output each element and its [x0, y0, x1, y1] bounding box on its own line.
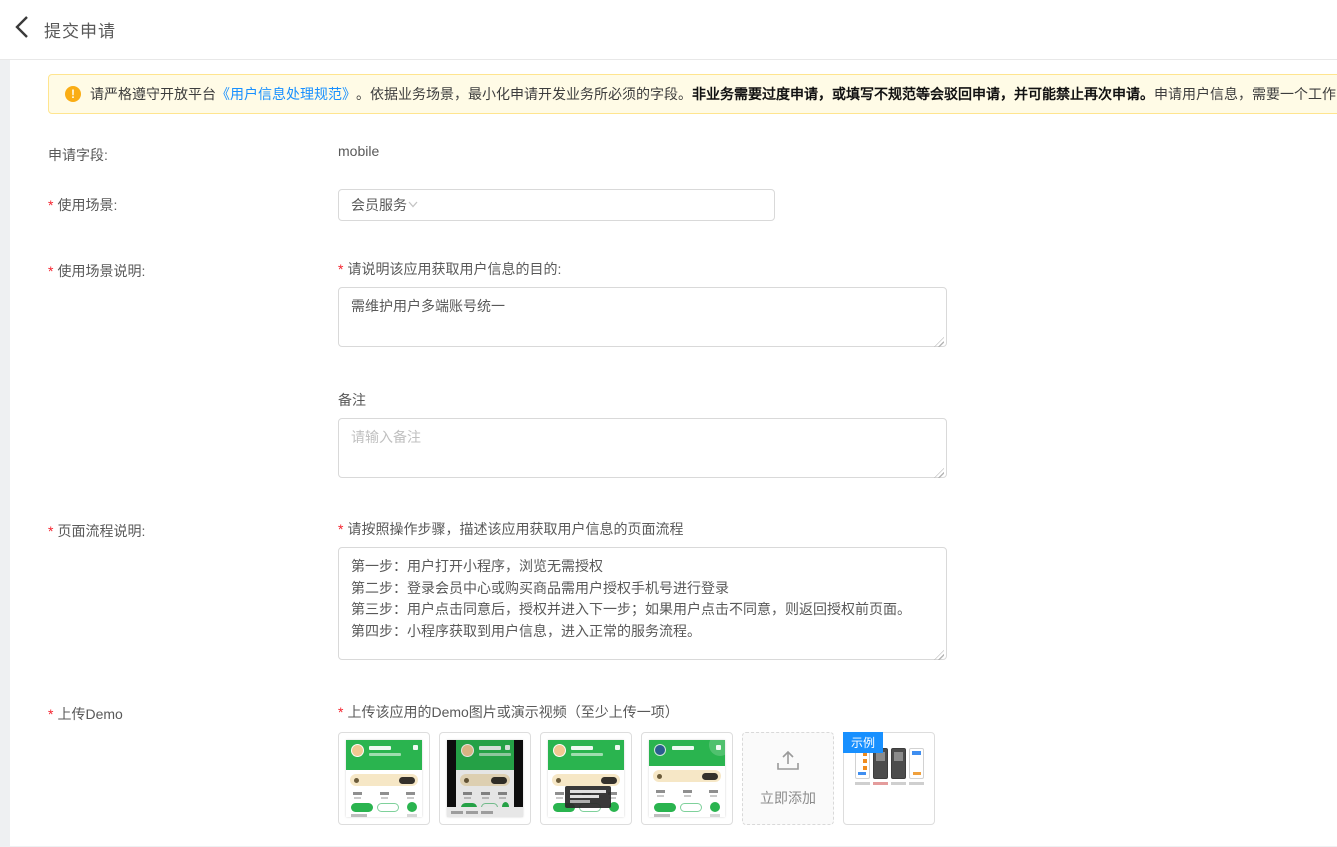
page-flow-textarea[interactable]: 第一步：用户打开小程序，浏览无需授权 第二步：登录会员中心或购买商品需用户授权手… — [338, 547, 947, 660]
required-mark: * — [48, 523, 53, 539]
demo-image-2[interactable] — [439, 732, 531, 825]
mock-auth-toast — [565, 786, 611, 808]
mini-program-screenshot — [548, 740, 624, 817]
apply-field-label: 申请字段: — [48, 143, 338, 165]
example-phone-4 — [909, 748, 924, 779]
scene-desc-label: *使用场景说明: — [48, 259, 338, 483]
upload-demo-label: *上传Demo — [48, 702, 338, 846]
content-panel: ! 请严格遵守开放平台《用户信息处理规范》。依据业务场景，最小化申请开发业务所必… — [10, 60, 1337, 846]
notice-text-suffix: 申请用户信息，需要一个工作日左右的审核时间，请耐 — [1154, 84, 1337, 104]
required-mark: * — [48, 263, 53, 279]
remark-label: 备注 — [338, 390, 1337, 410]
upload-note: 最多上传5张图片，图片格式必须为：png、jpeg、jpg，且单张图片大小不超过… — [338, 844, 1337, 846]
required-mark: * — [338, 521, 343, 537]
notice-banner: ! 请严格遵守开放平台《用户信息处理规范》。依据业务场景，最小化申请开发业务所必… — [48, 74, 1337, 114]
usage-scene-label: *使用场景: — [48, 195, 338, 215]
demo-image-4[interactable] — [641, 732, 733, 825]
example-phone-3 — [891, 748, 906, 779]
apply-field-value: mobile — [338, 143, 379, 159]
scene-desc-textarea[interactable]: 需维护用户多端账号统一 — [338, 287, 947, 347]
user-info-spec-link[interactable]: 《用户信息处理规范》 — [216, 84, 356, 104]
required-mark: * — [338, 261, 343, 277]
required-mark: * — [338, 704, 343, 720]
page-header: 提交申请 — [0, 0, 1337, 60]
mock-header — [346, 740, 422, 770]
row-upload-demo: *上传Demo *上传该应用的Demo图片或演示视频（至少上传一项） — [48, 702, 1337, 846]
upload-demo-hint: *上传该应用的Demo图片或演示视频（至少上传一项） — [338, 702, 1337, 722]
example-badge: 示例 — [843, 732, 883, 753]
chevron-left-icon — [13, 14, 31, 45]
notice-text-bold: 非业务需要过度申请，或填写不规范等会驳回申请，并可能禁止再次申请。 — [692, 84, 1154, 104]
mini-program-screenshot — [649, 740, 725, 817]
upload-icon — [774, 749, 802, 778]
row-page-flow: *页面流程说明: *请按照操作步骤，描述该应用获取用户信息的页面流程 第一步：用… — [48, 519, 1337, 665]
mock-avatar — [351, 744, 364, 757]
required-mark: * — [48, 197, 53, 213]
demo-image-3[interactable] — [540, 732, 632, 825]
notice-text-middle: 。依据业务场景，最小化申请开发业务所必须的字段。 — [356, 84, 692, 104]
page-flow-label: *页面流程说明: — [48, 519, 338, 665]
usage-scene-select[interactable]: 会员服务 — [338, 189, 775, 221]
upload-thumbnail-list: 立即添加 示例 — [338, 732, 1337, 825]
page-flow-hint: *请按照操作步骤，描述该应用获取用户信息的页面流程 — [338, 519, 1337, 539]
page-title: 提交申请 — [44, 17, 116, 42]
notice-text-prefix: 请严格遵守开放平台 — [90, 84, 216, 104]
mini-program-screenshot — [346, 740, 422, 817]
row-scene-description: *使用场景说明: *请说明该应用获取用户信息的目的: 需维护用户多端账号统一 备… — [48, 259, 1337, 483]
remark-textarea[interactable] — [338, 418, 947, 478]
required-mark: * — [48, 706, 53, 722]
demo-image-1[interactable] — [338, 732, 430, 825]
usage-scene-selected-value: 会员服务 — [351, 195, 407, 215]
chevron-down-icon — [407, 197, 419, 213]
mini-program-screenshot — [447, 740, 523, 817]
upload-add-label: 立即添加 — [760, 788, 816, 808]
mock-member-banner — [350, 774, 418, 786]
scene-desc-hint: *请说明该应用获取用户信息的目的: — [338, 259, 1337, 279]
upload-add-button[interactable]: 立即添加 — [742, 732, 834, 825]
example-thumbnail[interactable]: 示例 — [843, 732, 935, 825]
row-apply-field: 申请字段: mobile — [48, 143, 1337, 165]
back-button[interactable] — [0, 0, 44, 60]
warning-icon: ! — [65, 86, 81, 102]
row-usage-scene: *使用场景: 会员服务 — [48, 189, 1337, 221]
